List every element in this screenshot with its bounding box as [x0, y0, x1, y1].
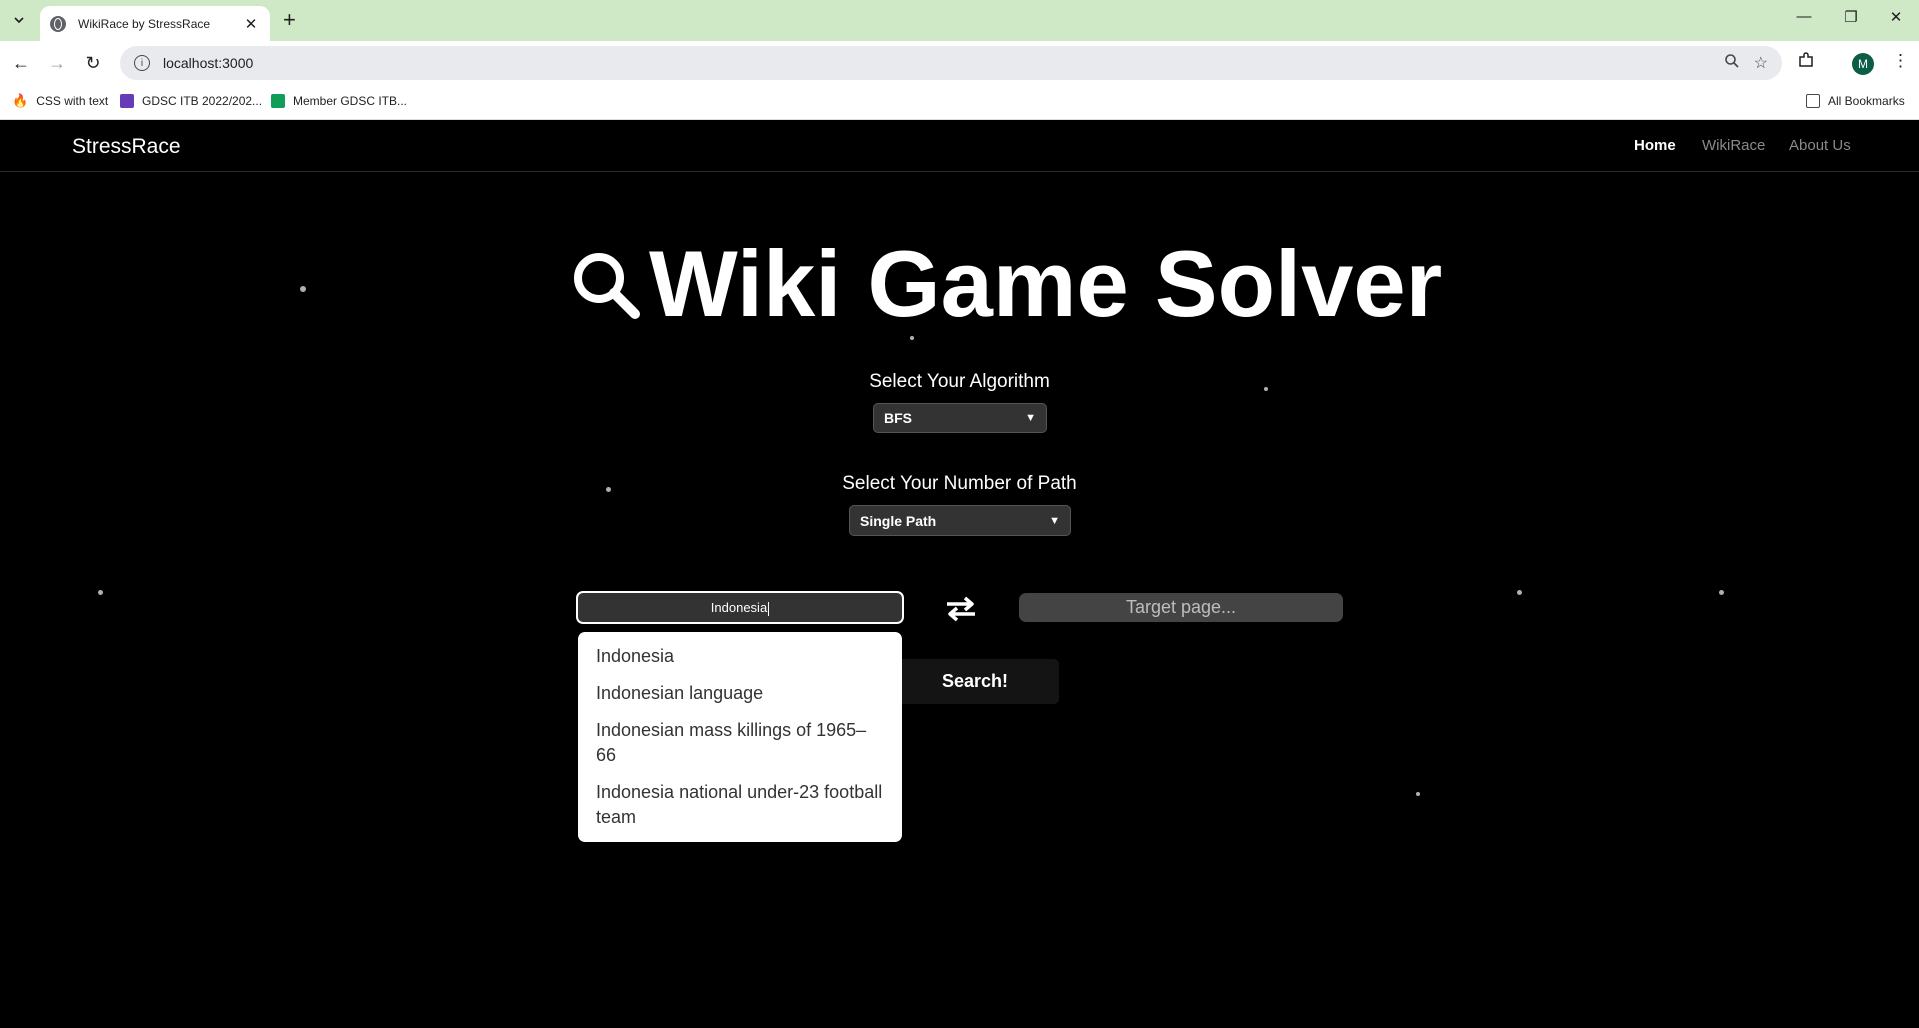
chevron-down-icon: ▼ [1049, 514, 1060, 527]
site-navbar: StressRace Home WikiRace About Us [0, 121, 1919, 172]
new-tab-icon[interactable]: + [283, 8, 296, 32]
suggestion-dropdown: Indonesia Indonesian language Indonesian… [578, 632, 902, 842]
browser-toolbar: ← → ↻ i localhost:3000 ☆ ⋮ [0, 41, 1919, 85]
reload-icon[interactable]: ↻ [81, 51, 105, 75]
suggestion-item[interactable]: Indonesian mass killings of 1965–66 [578, 712, 902, 774]
page-title: Wiki Game Solver [569, 234, 1442, 334]
bookmark-css-with-text[interactable]: 🔥 CSS with text [12, 93, 108, 109]
star-dot [1416, 792, 1420, 796]
tab-title: WikiRace by StressRace [78, 16, 211, 31]
tab-search-icon[interactable] [7, 8, 31, 32]
path-select[interactable]: Single Path ▼ [849, 505, 1071, 536]
magnifier-icon [574, 253, 640, 319]
suggestion-item[interactable]: Indonesian language [578, 675, 902, 712]
chevron-down-icon: ▼ [1025, 412, 1036, 424]
hero-title: Wiki Game Solver [649, 231, 1443, 336]
swap-icon[interactable] [943, 591, 979, 627]
algorithm-label: Select Your Algorithm [869, 371, 1050, 392]
browser-tabstrip: WikiRace by StressRace ✕ + — ❐ ✕ [0, 0, 1919, 41]
nav-about-us[interactable]: About Us [1789, 137, 1851, 154]
flame-icon: 🔥 [12, 93, 29, 108]
bookmark-star-icon[interactable]: ☆ [1754, 53, 1768, 73]
target-page-input[interactable]: Target page... [1019, 593, 1343, 622]
star-dot [300, 286, 306, 292]
star-dot [1517, 590, 1522, 595]
source-page-input[interactable]: Indonesia [576, 591, 904, 624]
text-cursor [768, 601, 770, 616]
menu-dots-icon[interactable]: ⋮ [1892, 51, 1909, 71]
url-text: localhost:3000 [163, 55, 254, 71]
zoom-icon[interactable] [1724, 53, 1740, 74]
bookmark-member-gdsc[interactable]: Member GDSC ITB... [271, 94, 407, 108]
globe-icon [50, 15, 66, 32]
site-info-icon[interactable]: i [134, 55, 150, 71]
address-bar[interactable]: i localhost:3000 ☆ [120, 46, 1782, 80]
extensions-icon[interactable] [1797, 51, 1815, 74]
bookmark-gdsc-itb[interactable]: GDSC ITB 2022/202... [120, 94, 262, 108]
star-dot [98, 590, 103, 595]
folder-icon [1806, 94, 1820, 108]
sheets-icon [271, 94, 285, 108]
brand-logo[interactable]: StressRace [72, 135, 181, 159]
forms-icon [120, 94, 134, 108]
search-button[interactable]: Search! [891, 659, 1059, 704]
star-dot [910, 336, 914, 340]
nav-wikirace[interactable]: WikiRace [1702, 137, 1765, 154]
path-label: Select Your Number of Path [842, 473, 1077, 494]
close-window-icon[interactable]: ✕ [1884, 8, 1908, 26]
algorithm-select[interactable]: BFS ▼ [873, 403, 1047, 433]
restore-icon[interactable]: ❐ [1839, 8, 1863, 26]
all-bookmarks[interactable]: All Bookmarks [1806, 94, 1905, 108]
suggestion-item[interactable]: Indonesia [578, 638, 902, 675]
profile-avatar[interactable]: M [1852, 53, 1874, 75]
minimize-icon[interactable]: — [1792, 8, 1816, 25]
page: StressRace Home WikiRace About Us Wiki G… [0, 121, 1919, 1028]
bookmarks-bar: 🔥 CSS with text GDSC ITB 2022/202... Mem… [0, 85, 1919, 120]
nav-home[interactable]: Home [1634, 137, 1676, 154]
star-dot [1719, 590, 1724, 595]
close-tab-icon[interactable]: ✕ [242, 15, 260, 33]
browser-tab[interactable]: WikiRace by StressRace ✕ [40, 6, 270, 41]
suggestion-item[interactable]: Indonesia national under-23 football tea… [578, 774, 902, 836]
back-icon[interactable]: ← [9, 51, 33, 75]
forward-icon[interactable]: → [45, 51, 69, 75]
